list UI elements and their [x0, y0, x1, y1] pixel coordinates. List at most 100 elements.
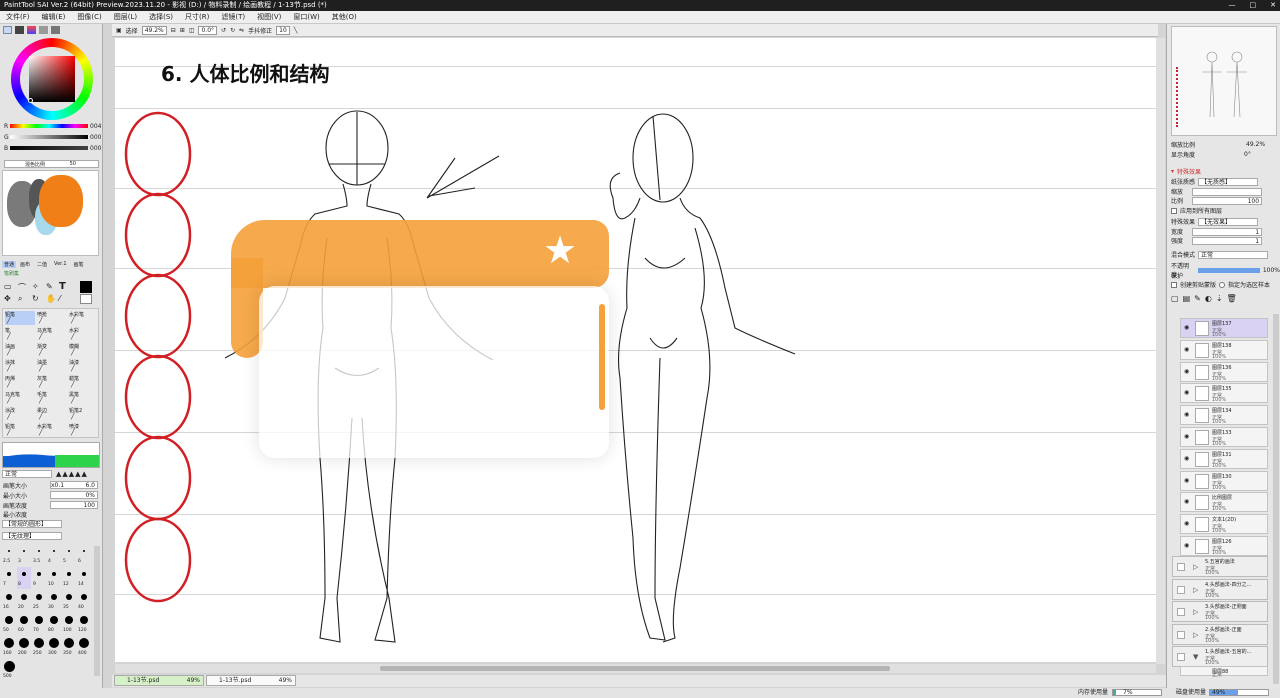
chevron-right-icon[interactable]: ▷ — [1193, 563, 1198, 571]
layer-folder[interactable]: ▷ 5.五官的画法 正常 100% — [1172, 556, 1268, 577]
visibility-box[interactable] — [1177, 585, 1185, 594]
color-mode-icons[interactable] — [3, 26, 60, 34]
navigator-preview[interactable] — [1171, 26, 1277, 136]
layer-row-last[interactable]: 图层88 正常 — [1180, 666, 1268, 678]
brush-tool-0-2[interactable]: 水彩笔 ╱ — [69, 311, 99, 325]
brush-size-cell[interactable]: 250 — [32, 636, 46, 658]
brush-tool-3-1[interactable]: 油墨 ╱ — [37, 359, 67, 373]
brush-tool-6-1[interactable]: 柔边 ╱ — [37, 407, 67, 421]
rgb-slider-icon[interactable] — [15, 26, 24, 34]
menu-edit[interactable]: 编辑(E) — [42, 12, 66, 22]
layer-folder[interactable]: ▼ 1.头部画法-五官的... 正常 100% — [1172, 646, 1268, 667]
brush-size-cell[interactable]: 10 — [47, 567, 61, 589]
menu-size[interactable]: 尺寸(R) — [185, 12, 209, 22]
sv-cursor[interactable] — [28, 98, 33, 103]
layer-row[interactable]: ◉ 图层134 正常 100% — [1180, 405, 1268, 426]
zoom-field[interactable]: 49.2% — [141, 25, 167, 35]
brush-size-cell[interactable]: 4 — [47, 544, 61, 566]
g-slider[interactable] — [10, 135, 88, 139]
color-wheel-icon[interactable] — [3, 26, 12, 34]
brush-size-cell[interactable]: 400 — [77, 636, 91, 658]
visibility-box[interactable] — [1177, 563, 1185, 571]
menu-filter[interactable]: 滤镜(T) — [221, 12, 245, 22]
ratio-field[interactable]: 100 — [1192, 196, 1263, 205]
r-slider[interactable] — [10, 124, 88, 128]
apply-all-checkbox[interactable] — [1171, 207, 1177, 214]
layer-row[interactable]: ◉ 图层126 正常 100% — [1180, 536, 1268, 556]
minimize-icon[interactable]: — — [1229, 0, 1236, 11]
palette-icon[interactable] — [39, 26, 48, 34]
angle-field[interactable]: 0.0° — [198, 25, 218, 35]
flip-icon[interactable]: ⇋ — [239, 27, 244, 34]
color-wheel[interactable] — [11, 38, 93, 120]
eye-icon[interactable]: ◉ — [1184, 477, 1189, 484]
layer-blend-select[interactable]: 正常 — [1198, 250, 1269, 259]
scratchpad-icon[interactable] — [51, 26, 60, 34]
eye-icon[interactable]: ◉ — [1184, 389, 1189, 396]
nav-zoom-value[interactable]: 49.2% — [1246, 141, 1265, 148]
brush-size-cell[interactable]: 100 — [62, 613, 76, 635]
hsv-slider-icon[interactable] — [27, 26, 36, 34]
clip-checkbox[interactable] — [1171, 281, 1177, 288]
brush-size-cell[interactable]: 25 — [32, 590, 46, 612]
zoom-in-icon[interactable]: ⊞ — [180, 27, 185, 34]
layer-row[interactable]: ◉ 比例图层 正常 100% — [1180, 492, 1268, 513]
brush-size-cell[interactable]: 160 — [2, 636, 16, 658]
new-folder-icon[interactable]: ▤ — [1183, 294, 1191, 303]
tool-tab-normal[interactable]: 普通 — [2, 261, 17, 268]
foreground-color-swatch[interactable] — [80, 281, 92, 293]
eye-icon[interactable]: ◉ — [1184, 542, 1189, 549]
brush-size-cell[interactable]: 50 — [2, 613, 16, 635]
density-field[interactable]: 100 — [50, 501, 98, 509]
brush-tool-5-2[interactable]: 黑笔 ╱ — [69, 391, 99, 405]
menu-select[interactable]: 选择(S) — [149, 12, 173, 22]
brush-tool-5-1[interactable]: 毛笔 ╱ — [37, 391, 67, 405]
layer-row[interactable]: ◉ 图层130 正常 100% — [1180, 470, 1268, 491]
brush-tool-3-2[interactable]: 油漆 ╱ — [69, 359, 99, 373]
eye-icon[interactable]: ◉ — [1184, 455, 1189, 462]
tool-tab-binary[interactable]: 二值 — [34, 261, 50, 268]
eye-icon[interactable]: ◉ — [1184, 411, 1189, 418]
visibility-box[interactable] — [1177, 653, 1185, 661]
nav-angle-value[interactable]: 0° — [1244, 151, 1251, 158]
new-vector-icon[interactable]: ✎ — [1194, 294, 1201, 303]
layer-row[interactable]: ◉ 图层137 正常 100% — [1180, 318, 1268, 338]
brush-tool-4-2[interactable]: 蜡笔 ╱ — [69, 375, 99, 389]
layer-row[interactable]: ◉ 图层136 正常 100% — [1180, 361, 1268, 382]
brush-size-cell[interactable]: 40 — [77, 590, 91, 612]
g-value[interactable]: 000 — [90, 134, 101, 141]
fx-strength-field[interactable]: 1 — [1192, 236, 1263, 245]
select-pen-icon[interactable]: ✎ — [46, 282, 53, 291]
layer-row[interactable]: ◉ 图层131 正常 100% — [1180, 448, 1268, 469]
menu-layer[interactable]: 图层(L) — [114, 12, 137, 22]
tool-tab-ver1[interactable]: Ver.1 — [51, 261, 69, 268]
maximize-icon[interactable]: □ — [1250, 0, 1257, 11]
min-size-field[interactable]: 0% — [50, 491, 98, 499]
brush-size-cell[interactable]: 350 — [62, 636, 76, 658]
brush-texture-select[interactable]: 【无纹理】 — [2, 532, 62, 540]
line-tool-icon[interactable]: ╲ — [294, 27, 298, 34]
tool-tab-canvas[interactable]: 画布 — [17, 261, 33, 268]
eyedropper-icon[interactable]: ⁄ — [59, 294, 60, 303]
canvas-horizontal-scrollbar[interactable] — [115, 664, 1156, 673]
layer-row[interactable]: ◉ 文本1(2D) 正常 100% — [1180, 514, 1268, 535]
layer-folder[interactable]: ▷ 4.头部画法-四分之... 正常 100% — [1172, 578, 1268, 600]
close-icon[interactable]: ✕ — [1270, 0, 1276, 11]
brush-size-cell[interactable]: 16 — [2, 590, 16, 612]
brush-tool-7-0[interactable]: 铅笔 ╱ — [5, 423, 35, 437]
stabilizer-field[interactable]: 10 — [276, 25, 290, 35]
brush-size-cell[interactable]: 8 — [17, 567, 31, 589]
eye-icon[interactable]: ◉ — [1184, 520, 1189, 527]
fx-width-field[interactable]: 1 — [1192, 227, 1263, 236]
magic-wand-icon[interactable]: ✧ — [32, 282, 39, 291]
brush-size-cell[interactable]: 9 — [32, 567, 46, 589]
merge-icon[interactable]: ⇣ — [1216, 294, 1223, 303]
brush-size-cell[interactable]: 6 — [77, 544, 91, 566]
scale-field[interactable] — [1192, 187, 1263, 196]
brush-tip-shapes[interactable]: ▲▲▲▲▲ — [56, 470, 88, 478]
brush-size-cell[interactable]: 14 — [77, 567, 91, 589]
layer-folder[interactable]: ▷ 2.头部画法-正面 正常 100% — [1172, 623, 1268, 645]
brush-size-cell[interactable]: 30 — [47, 590, 61, 612]
chevron-right-icon[interactable]: ▷ — [1193, 608, 1198, 616]
size-palette-scrollbar[interactable] — [94, 546, 100, 676]
